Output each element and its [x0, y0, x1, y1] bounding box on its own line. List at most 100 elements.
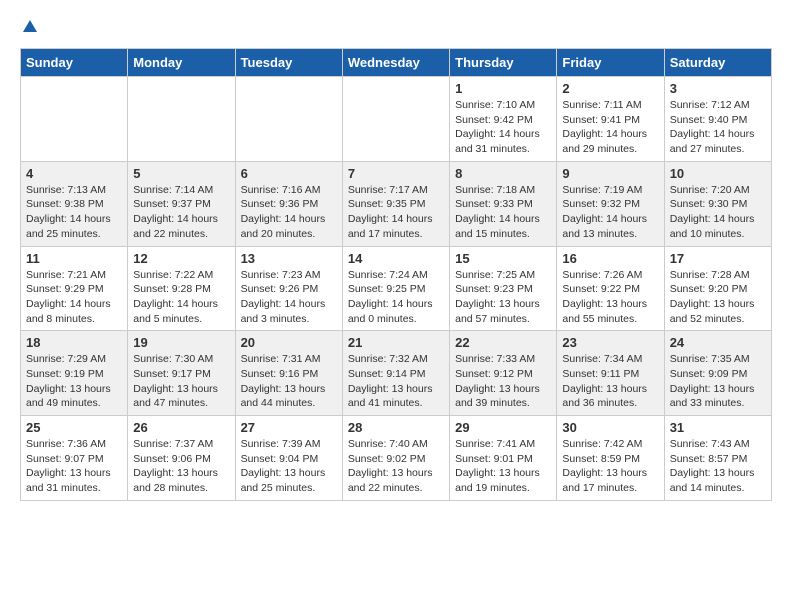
day-number: 17 — [670, 251, 766, 266]
logo — [20, 20, 37, 32]
calendar-cell: 31 Sunrise: 7:43 AM Sunset: 8:57 PM Dayli… — [664, 416, 771, 501]
calendar-cell: 4 Sunrise: 7:13 AM Sunset: 9:38 PM Daylig… — [21, 161, 128, 246]
day-content: Sunrise: 7:23 AM Sunset: 9:26 PM Dayligh… — [241, 268, 337, 327]
calendar-cell: 25 Sunrise: 7:36 AM Sunset: 9:07 PM Dayli… — [21, 416, 128, 501]
calendar-table: SundayMondayTuesdayWednesdayThursdayFrid… — [20, 48, 772, 501]
day-number: 24 — [670, 335, 766, 350]
day-content: Sunrise: 7:43 AM Sunset: 8:57 PM Dayligh… — [670, 437, 766, 496]
calendar-cell: 29 Sunrise: 7:41 AM Sunset: 9:01 PM Dayli… — [450, 416, 557, 501]
calendar-cell: 18 Sunrise: 7:29 AM Sunset: 9:19 PM Dayli… — [21, 331, 128, 416]
calendar-cell — [342, 77, 449, 162]
day-number: 5 — [133, 166, 229, 181]
day-content: Sunrise: 7:29 AM Sunset: 9:19 PM Dayligh… — [26, 352, 122, 411]
day-content: Sunrise: 7:35 AM Sunset: 9:09 PM Dayligh… — [670, 352, 766, 411]
day-content: Sunrise: 7:17 AM Sunset: 9:35 PM Dayligh… — [348, 183, 444, 242]
day-number: 1 — [455, 81, 551, 96]
day-header-tuesday: Tuesday — [235, 49, 342, 77]
day-number: 4 — [26, 166, 122, 181]
calendar-cell: 19 Sunrise: 7:30 AM Sunset: 9:17 PM Dayli… — [128, 331, 235, 416]
day-content: Sunrise: 7:14 AM Sunset: 9:37 PM Dayligh… — [133, 183, 229, 242]
day-number: 29 — [455, 420, 551, 435]
calendar-cell: 17 Sunrise: 7:28 AM Sunset: 9:20 PM Dayli… — [664, 246, 771, 331]
calendar-cell: 7Sunrise: 7:17 AM Sunset: 9:35 PM Daylig… — [342, 161, 449, 246]
page-header — [20, 20, 772, 32]
day-number: 16 — [562, 251, 658, 266]
day-number: 19 — [133, 335, 229, 350]
day-content: Sunrise: 7:40 AM Sunset: 9:02 PM Dayligh… — [348, 437, 444, 496]
day-number: 3 — [670, 81, 766, 96]
calendar-cell: 24 Sunrise: 7:35 AM Sunset: 9:09 PM Dayli… — [664, 331, 771, 416]
calendar-cell: 20Sunrise: 7:31 AM Sunset: 9:16 PM Dayli… — [235, 331, 342, 416]
day-number: 20 — [241, 335, 337, 350]
day-number: 8 — [455, 166, 551, 181]
day-number: 11 — [26, 251, 122, 266]
day-content: Sunrise: 7:25 AM Sunset: 9:23 PM Dayligh… — [455, 268, 551, 327]
calendar-cell: 10 Sunrise: 7:20 AM Sunset: 9:30 PM Dayli… — [664, 161, 771, 246]
calendar-cell: 3 Sunrise: 7:12 AM Sunset: 9:40 PM Daylig… — [664, 77, 771, 162]
day-content: Sunrise: 7:18 AM Sunset: 9:33 PM Dayligh… — [455, 183, 551, 242]
day-content: Sunrise: 7:12 AM Sunset: 9:40 PM Dayligh… — [670, 98, 766, 157]
day-header-monday: Monday — [128, 49, 235, 77]
logo-triangle-icon — [23, 20, 37, 32]
calendar-cell: 1 Sunrise: 7:10 AM Sunset: 9:42 PM Daylig… — [450, 77, 557, 162]
day-content: Sunrise: 7:37 AM Sunset: 9:06 PM Dayligh… — [133, 437, 229, 496]
day-header-wednesday: Wednesday — [342, 49, 449, 77]
day-number: 31 — [670, 420, 766, 435]
day-content: Sunrise: 7:33 AM Sunset: 9:12 PM Dayligh… — [455, 352, 551, 411]
calendar-cell: 27 Sunrise: 7:39 AM Sunset: 9:04 PM Dayli… — [235, 416, 342, 501]
calendar-cell: 6 Sunrise: 7:16 AM Sunset: 9:36 PM Daylig… — [235, 161, 342, 246]
calendar-cell: 9 Sunrise: 7:19 AM Sunset: 9:32 PM Daylig… — [557, 161, 664, 246]
day-content: Sunrise: 7:24 AM Sunset: 9:25 PM Dayligh… — [348, 268, 444, 327]
day-number: 15 — [455, 251, 551, 266]
day-header-friday: Friday — [557, 49, 664, 77]
day-content: Sunrise: 7:41 AM Sunset: 9:01 PM Dayligh… — [455, 437, 551, 496]
calendar-cell: 15 Sunrise: 7:25 AM Sunset: 9:23 PM Dayli… — [450, 246, 557, 331]
day-content: Sunrise: 7:32 AM Sunset: 9:14 PM Dayligh… — [348, 352, 444, 411]
day-content: Sunrise: 7:36 AM Sunset: 9:07 PM Dayligh… — [26, 437, 122, 496]
day-number: 6 — [241, 166, 337, 181]
calendar-cell: 12 Sunrise: 7:22 AM Sunset: 9:28 PM Dayli… — [128, 246, 235, 331]
calendar-cell: 5 Sunrise: 7:14 AM Sunset: 9:37 PM Daylig… — [128, 161, 235, 246]
day-number: 22 — [455, 335, 551, 350]
day-content: Sunrise: 7:19 AM Sunset: 9:32 PM Dayligh… — [562, 183, 658, 242]
calendar-cell: 11Sunrise: 7:21 AM Sunset: 9:29 PM Dayli… — [21, 246, 128, 331]
day-header-thursday: Thursday — [450, 49, 557, 77]
day-number: 28 — [348, 420, 444, 435]
day-number: 18 — [26, 335, 122, 350]
calendar-cell: 2 Sunrise: 7:11 AM Sunset: 9:41 PM Daylig… — [557, 77, 664, 162]
day-content: Sunrise: 7:10 AM Sunset: 9:42 PM Dayligh… — [455, 98, 551, 157]
calendar-cell: 21 Sunrise: 7:32 AM Sunset: 9:14 PM Dayli… — [342, 331, 449, 416]
day-content: Sunrise: 7:22 AM Sunset: 9:28 PM Dayligh… — [133, 268, 229, 327]
calendar-cell: 13 Sunrise: 7:23 AM Sunset: 9:26 PM Dayli… — [235, 246, 342, 331]
calendar-cell — [235, 77, 342, 162]
day-content: Sunrise: 7:30 AM Sunset: 9:17 PM Dayligh… — [133, 352, 229, 411]
day-number: 12 — [133, 251, 229, 266]
day-content: Sunrise: 7:11 AM Sunset: 9:41 PM Dayligh… — [562, 98, 658, 157]
calendar-cell — [128, 77, 235, 162]
day-header-sunday: Sunday — [21, 49, 128, 77]
day-number: 13 — [241, 251, 337, 266]
day-content: Sunrise: 7:20 AM Sunset: 9:30 PM Dayligh… — [670, 183, 766, 242]
day-number: 25 — [26, 420, 122, 435]
day-content: Sunrise: 7:28 AM Sunset: 9:20 PM Dayligh… — [670, 268, 766, 327]
day-content: Sunrise: 7:39 AM Sunset: 9:04 PM Dayligh… — [241, 437, 337, 496]
calendar-cell: 23 Sunrise: 7:34 AM Sunset: 9:11 PM Dayli… — [557, 331, 664, 416]
calendar-cell: 26Sunrise: 7:37 AM Sunset: 9:06 PM Dayli… — [128, 416, 235, 501]
calendar-cell: 30 Sunrise: 7:42 AM Sunset: 8:59 PM Dayli… — [557, 416, 664, 501]
day-content: Sunrise: 7:34 AM Sunset: 9:11 PM Dayligh… — [562, 352, 658, 411]
calendar-cell — [21, 77, 128, 162]
day-number: 21 — [348, 335, 444, 350]
day-number: 30 — [562, 420, 658, 435]
calendar-cell: 22 Sunrise: 7:33 AM Sunset: 9:12 PM Dayli… — [450, 331, 557, 416]
day-number: 23 — [562, 335, 658, 350]
day-number: 27 — [241, 420, 337, 435]
day-number: 10 — [670, 166, 766, 181]
calendar-cell: 16 Sunrise: 7:26 AM Sunset: 9:22 PM Dayli… — [557, 246, 664, 331]
day-content: Sunrise: 7:16 AM Sunset: 9:36 PM Dayligh… — [241, 183, 337, 242]
day-number: 9 — [562, 166, 658, 181]
day-number: 2 — [562, 81, 658, 96]
calendar-cell: 8 Sunrise: 7:18 AM Sunset: 9:33 PM Daylig… — [450, 161, 557, 246]
day-content: Sunrise: 7:13 AM Sunset: 9:38 PM Dayligh… — [26, 183, 122, 242]
day-content: Sunrise: 7:42 AM Sunset: 8:59 PM Dayligh… — [562, 437, 658, 496]
day-content: Sunrise: 7:26 AM Sunset: 9:22 PM Dayligh… — [562, 268, 658, 327]
